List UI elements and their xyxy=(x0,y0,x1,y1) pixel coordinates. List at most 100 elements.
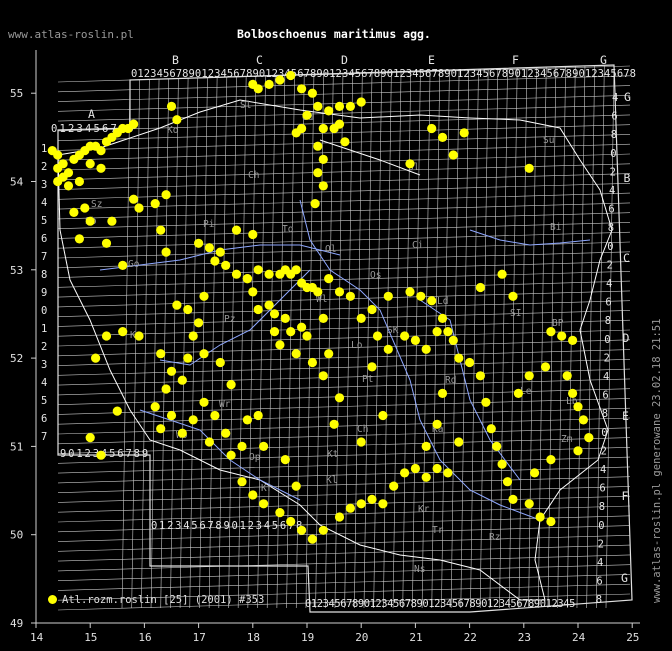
x-tick-label: 19 xyxy=(301,631,314,644)
left-top-grid-digit: 0 xyxy=(51,123,57,135)
bottom-left-grid-digit: 8 xyxy=(215,520,221,532)
left-top-grid-digit: 4 xyxy=(85,123,91,135)
top-grid-digit: 4 xyxy=(348,68,354,80)
country-border xyxy=(57,99,613,601)
occurrence-point xyxy=(80,203,90,213)
occurrence-point xyxy=(166,410,177,421)
top-grid-digit: 5 xyxy=(227,68,233,80)
region-label: BP xyxy=(552,318,564,329)
top-grid-digit: 7 xyxy=(368,68,374,80)
region-label: Sz xyxy=(91,199,102,210)
occurrence-point xyxy=(194,318,204,328)
occurrence-point xyxy=(313,141,323,151)
occurrence-point xyxy=(573,446,583,456)
occurrence-point xyxy=(383,291,393,301)
top-grid-digit: 4 xyxy=(540,68,546,80)
top-grid-digit: 0 xyxy=(515,68,521,80)
occurrence-point xyxy=(405,287,415,297)
occurrence-point xyxy=(85,433,95,443)
occurrence-point xyxy=(334,101,345,111)
right-grid-digit: 8 xyxy=(599,501,605,513)
bottom-left-grid-digit: 2 xyxy=(167,520,173,532)
occurrence-point xyxy=(334,119,345,129)
left-zone-digit: 4 xyxy=(41,197,47,209)
right-grid-digit: 4 xyxy=(597,557,603,569)
occurrence-point xyxy=(231,225,242,235)
occurrence-point xyxy=(448,150,458,160)
occurrence-point xyxy=(96,146,106,156)
occurrence-point xyxy=(318,371,328,381)
occurrence-point xyxy=(74,176,84,187)
occurrence-point xyxy=(437,388,448,398)
occurrence-point xyxy=(524,371,534,381)
occurrence-point xyxy=(557,331,567,341)
occurrence-point xyxy=(443,468,453,478)
left-zone-digit: 7 xyxy=(41,431,47,443)
top-grid-digit: 7 xyxy=(304,68,310,80)
bottom-left-grid-digit: 0 xyxy=(232,520,238,532)
occurrence-point xyxy=(367,362,377,372)
top-grid-digit: 6 xyxy=(361,68,367,80)
bottom-left-grid-digit: 3 xyxy=(175,520,181,532)
top-grid-digit: 5 xyxy=(483,68,489,80)
occurrence-point xyxy=(475,371,485,381)
top-grid-digit: 7 xyxy=(495,68,501,80)
top-grid-digit: 6 xyxy=(169,68,175,80)
occurrence-point xyxy=(356,499,366,509)
occurrence-point xyxy=(118,260,128,270)
occurrence-point xyxy=(172,115,182,125)
occurrence-point xyxy=(134,331,144,341)
occurrence-point xyxy=(307,88,317,98)
zone-label: A xyxy=(88,107,95,121)
rivers xyxy=(99,199,591,521)
top-grid-digit: 3 xyxy=(342,68,348,80)
occurrence-point xyxy=(546,327,556,337)
region-label: Lo xyxy=(351,340,363,351)
occurrence-point xyxy=(443,327,453,337)
region-label: Ch xyxy=(248,170,259,181)
right-grid-digit: 4 xyxy=(612,92,618,104)
occurrence-point xyxy=(96,163,106,173)
top-grid-digit: 3 xyxy=(150,68,156,80)
occurrence-point xyxy=(161,190,171,200)
top-grid-digit: 2 xyxy=(399,68,405,80)
top-grid-digit: 7 xyxy=(240,68,246,80)
top-grid-digit: 8 xyxy=(310,68,316,80)
top-grid-digit: 1 xyxy=(393,68,399,80)
occurrence-point xyxy=(166,101,177,111)
left-bottom-grid-digit: 2 xyxy=(85,448,91,460)
right-grid-digit: 0 xyxy=(601,427,607,439)
bottom-left-grid-digit: 6 xyxy=(199,520,205,532)
occurrence-point xyxy=(340,137,350,147)
bottom-grid-digit: 5 xyxy=(569,598,575,610)
x-tick-label: 23 xyxy=(518,631,531,644)
occurrence-point xyxy=(183,304,193,315)
top-grid-digit: 2 xyxy=(527,68,533,80)
x-tick-label: 14 xyxy=(30,631,44,644)
occurrence-point xyxy=(324,274,334,284)
region-label: Wr xyxy=(219,399,231,410)
x-tick-label: 15 xyxy=(84,631,97,644)
top-grid-digit: 1 xyxy=(521,68,527,80)
top-grid-digit: 9 xyxy=(252,68,258,80)
occurrence-point xyxy=(356,313,366,323)
top-grid-digit: 8 xyxy=(630,68,636,80)
occurrence-point xyxy=(248,287,258,297)
occurrence-point xyxy=(427,296,437,306)
occurrence-point xyxy=(286,327,296,337)
distribution-map: KoSlGdOlSuBiChPiOlCiOsToWlSzGoPzKoSILoSK… xyxy=(10,50,640,644)
top-grid-digit: 6 xyxy=(233,68,239,80)
occurrence-point xyxy=(410,335,420,345)
left-bottom-grid-digit: 6 xyxy=(117,448,123,460)
top-grid-digit: 4 xyxy=(604,68,610,80)
right-grid-digit: 0 xyxy=(598,520,604,532)
occurrence-point xyxy=(226,380,236,390)
occurrence-point xyxy=(101,238,112,248)
region-label: Pz xyxy=(224,314,235,325)
occurrence-point xyxy=(383,344,393,354)
left-zone-digit: 8 xyxy=(41,269,47,281)
top-grid-digit: 3 xyxy=(470,68,476,80)
occurrence-point xyxy=(302,331,312,341)
top-grid-digit: 1 xyxy=(585,68,591,80)
y-tick-label: 53 xyxy=(10,264,23,277)
